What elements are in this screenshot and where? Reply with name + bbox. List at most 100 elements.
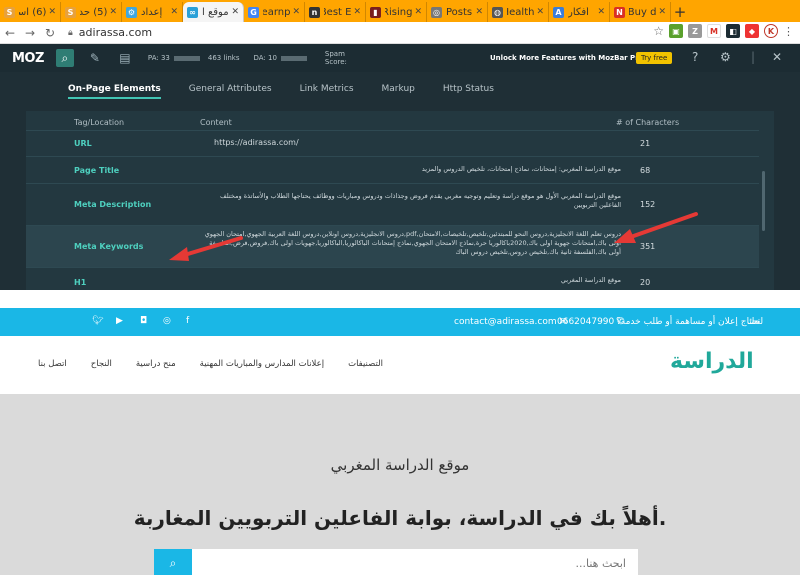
youtube-icon[interactable]: ▶ [116, 316, 123, 326]
tab-close-icon[interactable]: ✕ [170, 7, 178, 17]
tab-close-icon[interactable]: ✕ [658, 7, 666, 17]
instagram-icon[interactable]: ◎ [163, 316, 171, 326]
browser-menu-icon[interactable]: ⋮ [783, 25, 794, 38]
mozbar-tab[interactable]: Link Metrics [300, 84, 354, 99]
extension-moz-icon[interactable]: ◧ [726, 24, 740, 38]
browser-tab[interactable]: A أفكار ✕ [549, 2, 610, 22]
nav-menu-item[interactable]: التصنيفات [348, 359, 383, 369]
new-tab-button[interactable]: + [671, 2, 689, 22]
tab-close-icon[interactable]: ✕ [353, 7, 361, 17]
site-logo[interactable]: الدراسة [670, 349, 754, 374]
tab-title: أفكار [568, 6, 589, 18]
browser-tab[interactable]: ∞ موقع ا ✕ [183, 2, 244, 22]
tab-close-icon[interactable]: ✕ [597, 7, 605, 17]
reload-icon[interactable]: ↻ [40, 26, 60, 40]
tab-title: (5) حد [80, 6, 108, 18]
site-navbar: التصنيفات إعلانات المدارس والمباريات المه… [0, 336, 800, 394]
row-char-count: 68 [640, 166, 651, 175]
extension-green-icon[interactable]: ▣ [669, 24, 683, 38]
bookmark-star-icon[interactable]: ☆ [653, 24, 664, 38]
settings-gear-icon[interactable]: ⚙ [720, 50, 731, 64]
seo-tools-icon[interactable]: ▤ [116, 49, 134, 67]
browser-tab[interactable]: ▮ Rising ✕ [366, 2, 427, 22]
header-tag-location: Tag/Location [74, 118, 125, 127]
browser-tab[interactable]: Glearnp✕ [244, 2, 305, 22]
hero-title: أهلاً بك في الدراسة، بوابة الفاعلين التر… [133, 506, 667, 530]
tab-close-icon[interactable]: ✕ [48, 7, 56, 17]
top-contact-strip: 🐦︎ ▶ ◘ ◎ f contact@adirassa.com ✉ 066204… [0, 308, 800, 336]
tab-close-icon[interactable]: ✕ [414, 7, 422, 17]
promo-text[interactable]: تحتاج إعلان أو مساهمة أو طلب خدمة؟ [616, 317, 760, 327]
mozbar-tabs: On-Page Elements General Attributes Link M… [68, 84, 494, 99]
tab-title: Posts [446, 6, 473, 18]
mozbar-tab[interactable]: Http Status [443, 84, 494, 99]
tab-close-icon[interactable]: ✕ [536, 7, 544, 17]
close-mozbar-icon[interactable]: ✕ [772, 50, 782, 64]
nav-menu-item[interactable]: منح دراسية [136, 359, 176, 369]
tab-close-icon[interactable]: ✕ [231, 7, 239, 17]
row-content: https://adirassa.com/ [214, 138, 299, 147]
page-analysis-icon[interactable]: ⌕ [55, 49, 74, 67]
tab-favicon-icon: A [553, 6, 564, 18]
browser-tab[interactable]: S (6) اسـ✕ [0, 2, 61, 22]
back-icon[interactable]: ← [0, 26, 20, 40]
main-menu: التصنيفات إعلانات المدارس والمباريات المه… [38, 359, 383, 369]
instagram-square-icon[interactable]: ◘ [140, 316, 147, 326]
nav-menu-item[interactable]: إعلانات المدارس والمباريات المهنية [200, 359, 324, 369]
nav-menu-item[interactable]: اتصل بنا [38, 359, 67, 369]
address-bar[interactable]: 🔒︎ adirassa.com [68, 26, 152, 39]
twitter-icon[interactable]: 🐦︎ [92, 316, 103, 326]
panel-scrollbar[interactable] [762, 171, 765, 231]
row-char-count: 20 [640, 278, 651, 287]
table-row: URL https://adirassa.com/21 [26, 130, 759, 156]
tab-favicon-icon: ◍ [492, 6, 503, 18]
header-chars: # of Characters [616, 118, 680, 127]
extension-shield-icon[interactable]: ◆ [745, 24, 759, 38]
tab-favicon-icon: ∞ [187, 6, 198, 18]
search-icon: ⌕ [169, 555, 177, 570]
search-input[interactable] [192, 549, 638, 575]
mozbar: MOZ ⌕ ✎ ▤ PA: 33 463 links DA: 10 Spam S… [0, 44, 800, 72]
browser-toolbar: ← → ↻ 🔒︎ adirassa.com ☆ ▣ Z M ◧ ◆ K ⋮ [0, 22, 800, 44]
row-char-count: 21 [640, 139, 651, 148]
mozbar-tab[interactable]: On-Page Elements [68, 84, 161, 99]
highlight-pen-icon[interactable]: ✎ [86, 49, 104, 67]
help-icon[interactable]: ? [692, 50, 698, 64]
browser-tab[interactable]: ⚙ إعداد ✕ [122, 2, 183, 22]
browser-tab[interactable]: ◍ Health✕ [488, 2, 549, 22]
contact-email[interactable]: contact@adirassa.com ✉ [454, 317, 567, 327]
row-content: موقع الدراسة المغربي: إمتحانات، نماذج إم… [421, 165, 621, 173]
tab-close-icon[interactable]: ✕ [292, 7, 300, 17]
tab-close-icon[interactable]: ✕ [475, 7, 483, 17]
try-free-button[interactable]: Try free [636, 52, 673, 64]
row-char-count: 152 [640, 200, 656, 209]
mozbar-tab[interactable]: Markup [382, 84, 415, 99]
browser-tab[interactable]: ◎ Posts ✕ [427, 2, 488, 22]
profile-avatar[interactable]: K [764, 24, 778, 38]
contact-phone[interactable]: 0662047990 ✆ [557, 317, 625, 327]
tab-title: موقع ا [202, 6, 229, 18]
table-row: H1 موقع الدراسة المغربي 20 [26, 267, 759, 290]
lock-icon[interactable]: 🔒︎ [68, 28, 73, 38]
forward-icon[interactable]: → [20, 26, 40, 40]
row-tag-label: H1 [74, 278, 87, 287]
mozbar-tab[interactable]: General Attributes [189, 84, 272, 99]
extension-zoom-icon[interactable]: Z [688, 24, 702, 38]
tab-close-icon[interactable]: ✕ [109, 7, 117, 17]
tab-title: Buy d [629, 6, 657, 18]
extension-gmail-icon[interactable]: M [707, 24, 721, 38]
browser-tab[interactable]: S (5) حد ✕ [61, 2, 122, 22]
browser-tab[interactable]: n Best E✕ [305, 2, 366, 22]
facebook-icon[interactable]: f [186, 316, 189, 326]
browser-tab[interactable]: N Buy d ✕ [610, 2, 671, 22]
extensions-area: ☆ ▣ Z M ◧ ◆ K ⋮ [653, 24, 794, 38]
row-tag-label: Page Title [74, 166, 120, 175]
website: 🐦︎ ▶ ◘ ◎ f contact@adirassa.com ✉ 066204… [0, 290, 800, 575]
search-button[interactable]: ⌕ [154, 549, 192, 575]
nav-menu-item[interactable]: النجاح [91, 359, 112, 369]
tab-favicon-icon: N [614, 6, 625, 18]
tab-title: Rising [385, 6, 413, 18]
tab-title: learnp [263, 6, 291, 18]
tab-title: Health [507, 6, 535, 18]
table-row: Page Title موقع الدراسة المغربي: إمتحانات… [26, 156, 759, 183]
